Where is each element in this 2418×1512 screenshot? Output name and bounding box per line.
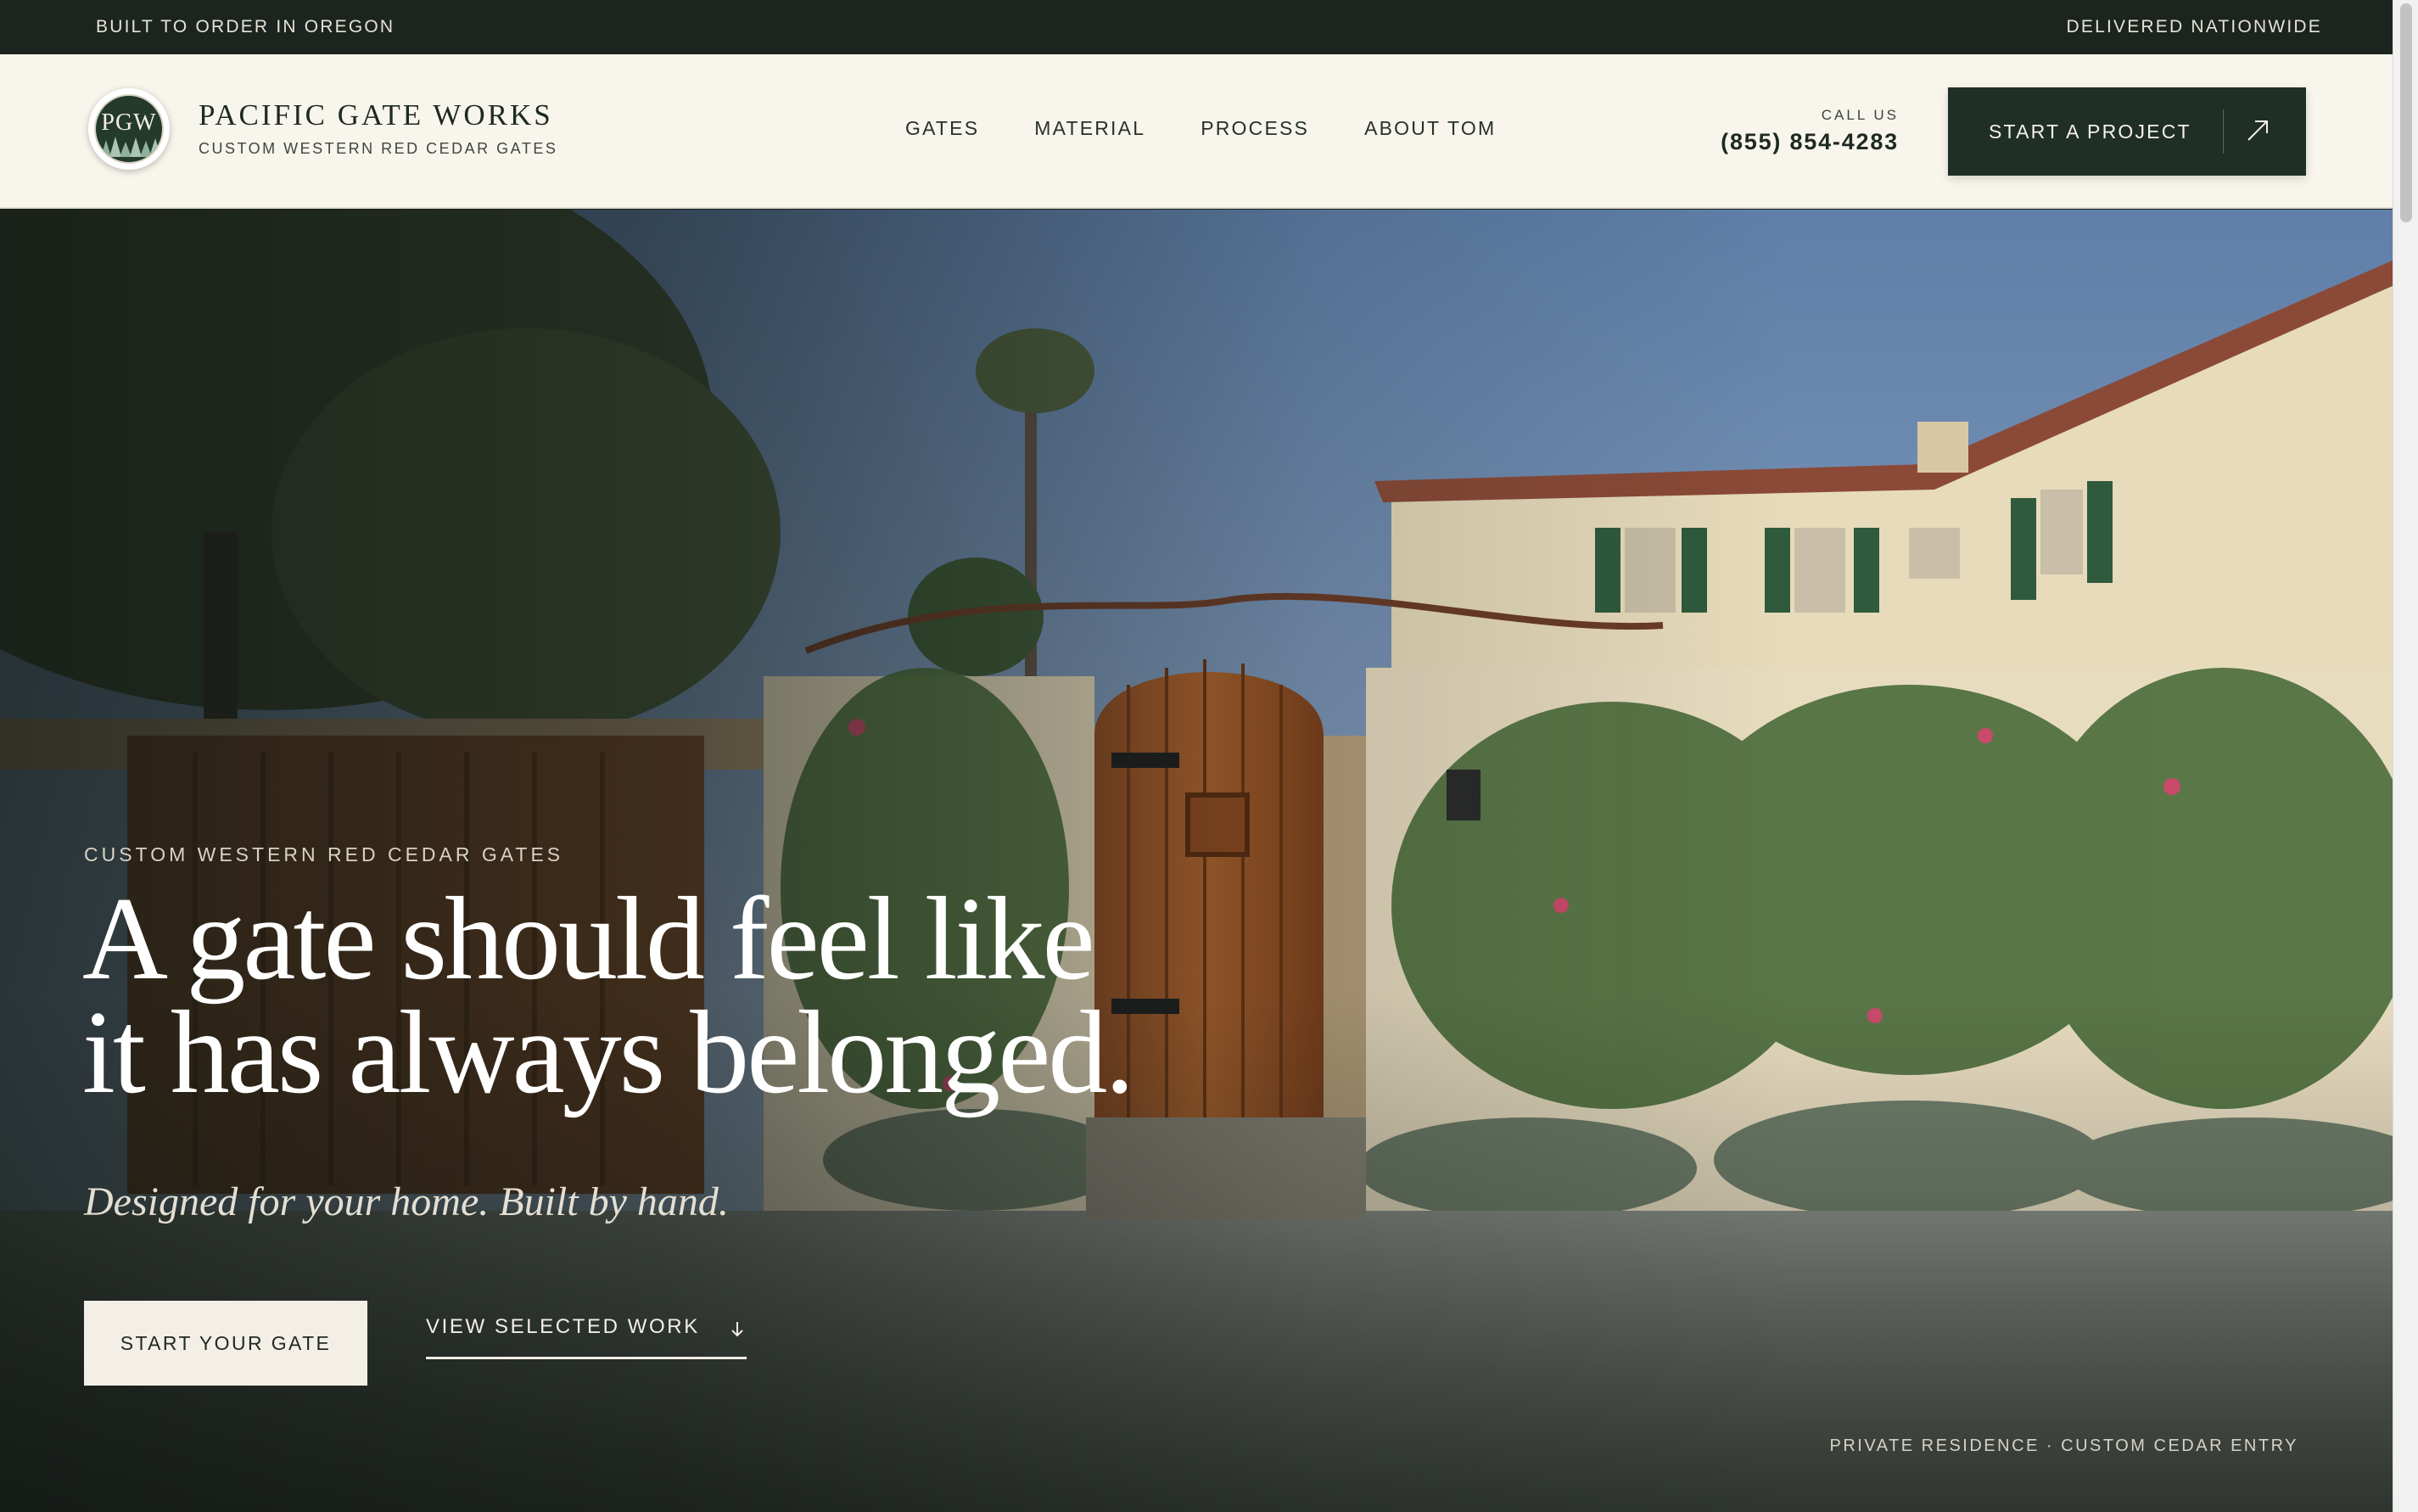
brand-name: PACIFIC GATE WORKS: [199, 98, 553, 132]
site-header: PGW PACIFIC GATE WORKS CUSTOM WESTERN RE…: [0, 54, 2418, 209]
hero-eyebrow: CUSTOM WESTERN RED CEDAR GATES: [84, 843, 564, 865]
start-project-button[interactable]: START A PROJECT: [1948, 87, 2306, 176]
hero-headline-line-2: it has always belonged.: [82, 987, 1134, 1118]
page-scrollbar[interactable]: [2393, 0, 2418, 1512]
nav-material[interactable]: MATERIAL: [1034, 117, 1145, 140]
photo-caption: PRIVATE RESIDENCE · CUSTOM CEDAR ENTRY: [1829, 1436, 2298, 1455]
call-us-label: CALL US: [1821, 107, 1899, 123]
hero-headline-line-1: A gate should feel like: [82, 873, 1095, 1005]
start-your-gate-button[interactable]: START YOUR GATE: [84, 1301, 367, 1386]
pine-trees-icon: [101, 137, 161, 157]
brand-tagline: CUSTOM WESTERN RED CEDAR GATES: [199, 140, 558, 157]
nav-about-tom[interactable]: ABOUT TOM: [1364, 117, 1496, 140]
scrollbar-thumb[interactable]: [2400, 3, 2412, 222]
brand-home-link[interactable]: PGW PACIFIC GATE WORKS CUSTOM WESTERN RE…: [88, 88, 557, 170]
phone-number-link[interactable]: (855) 854-4283: [1721, 129, 1899, 155]
arrow-down-icon: [731, 1322, 743, 1337]
call-us: CALL US (855) 854-4283: [1721, 107, 1899, 155]
logo-monogram: PGW: [101, 109, 157, 136]
nav-process[interactable]: PROCESS: [1201, 117, 1309, 140]
main-nav: GATES MATERIAL PROCESS ABOUT TOM: [905, 117, 1551, 140]
start-project-label: START A PROJECT: [1989, 120, 2191, 143]
arrow-up-right-icon: [2247, 120, 2268, 141]
announcement-left: BUILT TO ORDER IN OREGON: [96, 17, 395, 36]
cta-divider: [2223, 109, 2224, 154]
announcement-right: DELIVERED NATIONWIDE: [2066, 17, 2322, 36]
view-selected-work-label: VIEW SELECTED WORK: [426, 1315, 700, 1338]
announcement-bar: BUILT TO ORDER IN OREGON DELIVERED NATIO…: [0, 0, 2418, 54]
logo-badge: PGW: [88, 88, 170, 170]
hero-section: CUSTOM WESTERN RED CEDAR GATES A gate sh…: [0, 210, 2393, 1512]
hero-subline: Designed for your home. Built by hand.: [84, 1179, 729, 1224]
nav-gates[interactable]: GATES: [905, 117, 979, 140]
view-selected-work-link[interactable]: VIEW SELECTED WORK: [426, 1315, 747, 1359]
hero-headline: A gate should feel like it has always be…: [82, 880, 1134, 1112]
